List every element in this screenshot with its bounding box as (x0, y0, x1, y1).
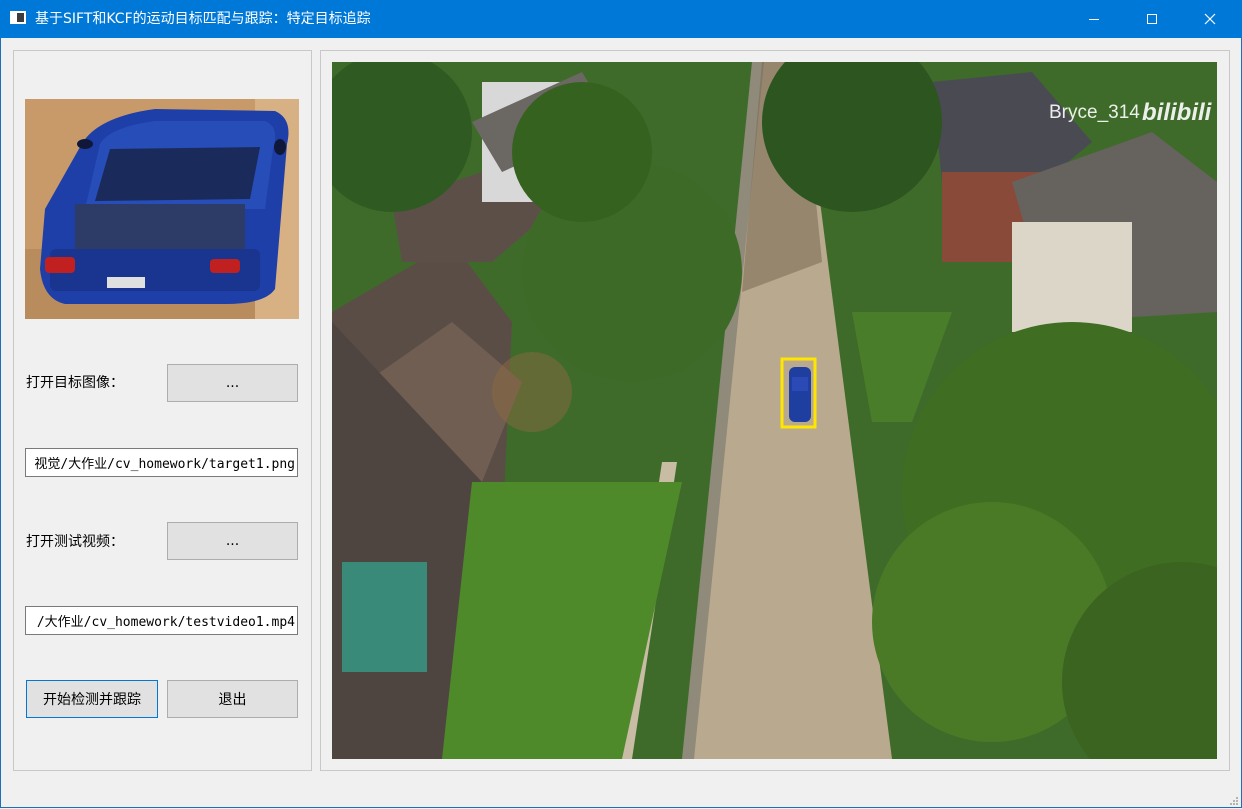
open-target-label: 打开目标图像： (26, 375, 124, 391)
video-display: Bryce_314 bilibili (332, 62, 1217, 759)
open-video-button[interactable]: ... (167, 522, 298, 560)
aerial-video-frame: Bryce_314 bilibili (332, 62, 1217, 759)
window-title: 基于SIFT和KCF的运动目标匹配与跟踪：特定目标追踪 (35, 11, 371, 27)
watermark-user: Bryce_314 (1049, 102, 1140, 123)
target-image-preview (25, 99, 299, 319)
minimize-button[interactable] (1065, 0, 1123, 38)
app-icon (10, 11, 26, 24)
watermark-brand: bilibili (1142, 99, 1213, 126)
target-car-image (25, 99, 299, 319)
title-bar: 基于SIFT和KCF的运动目标匹配与跟踪：特定目标追踪 (0, 0, 1242, 38)
close-button[interactable] (1181, 0, 1239, 38)
exit-button[interactable]: 退出 (167, 680, 298, 718)
maximize-button[interactable] (1123, 0, 1181, 38)
minimize-icon (1089, 19, 1099, 20)
video-path-field[interactable]: /大作业/cv_homework/testvideo1.mp4 (25, 606, 298, 635)
open-video-label: 打开测试视频： (26, 534, 124, 550)
resize-grip-icon[interactable] (1229, 796, 1239, 806)
open-target-button[interactable]: ... (167, 364, 298, 402)
start-tracking-button[interactable]: 开始检测并跟踪 (26, 680, 158, 718)
close-icon (1204, 13, 1216, 25)
target-path-field[interactable]: 视觉/大作业/cv_homework/target1.png (25, 448, 298, 477)
maximize-icon (1147, 14, 1157, 24)
